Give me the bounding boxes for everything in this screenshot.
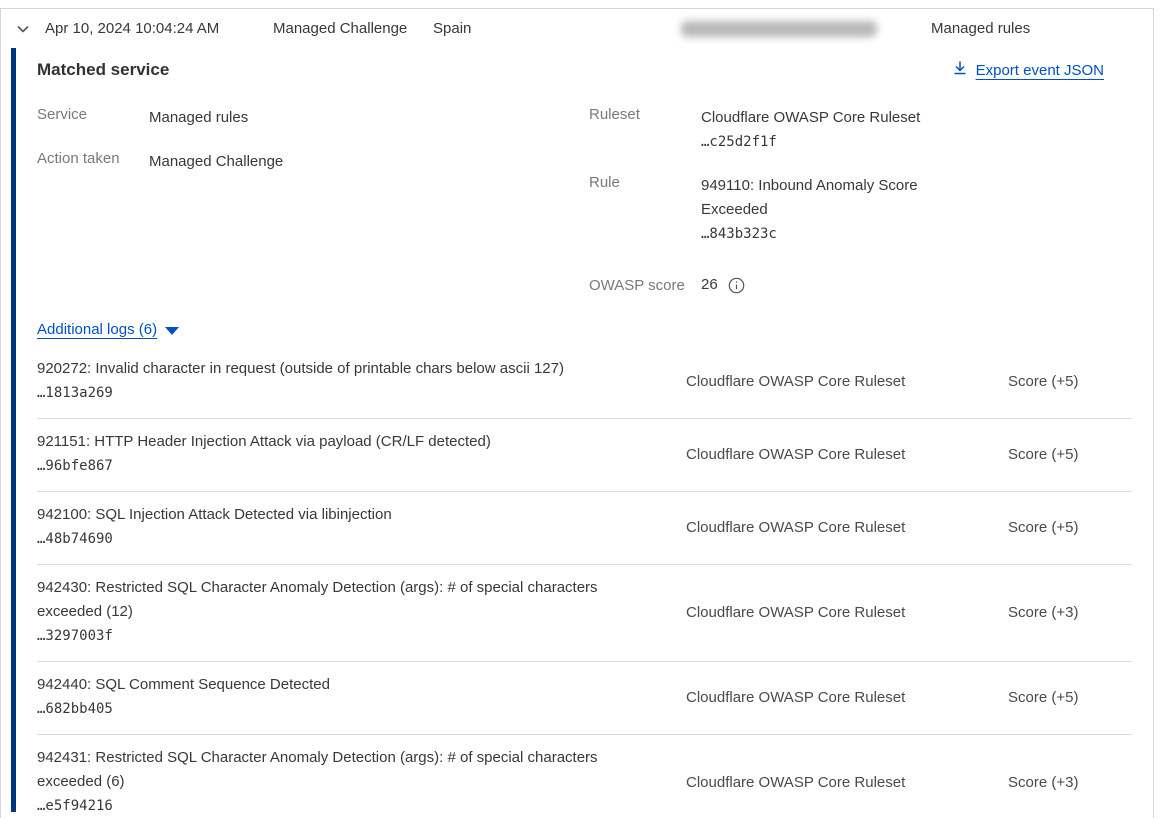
service-label: Service <box>37 106 149 130</box>
rule-label: Rule <box>589 174 701 246</box>
log-row: 942430: Restricted SQL Character Anomaly… <box>37 565 1132 662</box>
log-ruleset: Cloudflare OWASP Core Ruleset <box>686 689 1008 706</box>
export-event-json-link[interactable]: Export event JSON <box>952 60 1104 80</box>
owasp-score-label: OWASP score <box>589 277 701 294</box>
log-score: Score (+5) <box>1008 373 1132 390</box>
log-description: 942430: Restricted SQL Character Anomaly… <box>37 576 658 624</box>
log-description: 942100: SQL Injection Attack Detected vi… <box>37 503 658 527</box>
owasp-score-value: 26 <box>701 273 718 297</box>
ruleset-hash: …c25d2f1f <box>701 130 920 154</box>
log-description: 921151: HTTP Header Injection Attack via… <box>37 430 658 454</box>
log-row: 921151: HTTP Header Injection Attack via… <box>37 419 1132 492</box>
event-action: Managed Challenge <box>273 20 433 37</box>
log-score: Score (+5) <box>1008 689 1132 706</box>
log-score: Score (+3) <box>1008 774 1132 791</box>
ruleset-value: Cloudflare OWASP Core Ruleset …c25d2f1f <box>701 106 920 154</box>
log-description: 942440: SQL Comment Sequence Detected <box>37 673 658 697</box>
redacted-blur <box>681 21 877 37</box>
rule-hash: …843b323c <box>701 222 951 246</box>
log-ruleset: Cloudflare OWASP Core Ruleset <box>686 604 1008 621</box>
log-hash: …96bfe867 <box>37 454 658 478</box>
log-description: 920272: Invalid character in request (ou… <box>37 357 658 381</box>
download-icon <box>952 60 968 80</box>
chevron-down-icon[interactable] <box>15 21 45 37</box>
event-timestamp: Apr 10, 2024 10:04:24 AM <box>45 20 273 37</box>
log-hash: …e5f94216 <box>37 794 658 818</box>
info-icon[interactable] <box>728 277 745 294</box>
log-ruleset: Cloudflare OWASP Core Ruleset <box>686 446 1008 463</box>
log-row: 942440: SQL Comment Sequence Detected …6… <box>37 662 1132 735</box>
caret-down-icon <box>165 327 179 335</box>
log-row: 942431: Restricted SQL Character Anomaly… <box>37 735 1132 818</box>
panel-title: Matched service <box>37 60 169 80</box>
log-ruleset: Cloudflare OWASP Core Ruleset <box>686 519 1008 536</box>
rule-value: 949110: Inbound Anomaly Score Exceeded …… <box>701 174 951 246</box>
additional-logs-label: Additional logs (6) <box>37 321 157 338</box>
action-taken-label: Action taken <box>37 150 149 174</box>
log-hash: …1813a269 <box>37 381 658 405</box>
log-score: Score (+5) <box>1008 446 1132 463</box>
log-row: 920272: Invalid character in request (ou… <box>37 346 1132 419</box>
event-detail-panel: Matched service Export event JSON <box>1 48 1153 812</box>
log-ruleset: Cloudflare OWASP Core Ruleset <box>686 774 1008 791</box>
event-service: Managed rules <box>931 20 1153 37</box>
ruleset-name: Cloudflare OWASP Core Ruleset <box>701 106 920 130</box>
service-value: Managed rules <box>149 106 248 130</box>
log-ruleset: Cloudflare OWASP Core Ruleset <box>686 373 1008 390</box>
log-score: Score (+5) <box>1008 519 1132 536</box>
log-hash: …682bb405 <box>37 697 658 721</box>
log-row: 942100: SQL Injection Attack Detected vi… <box>37 492 1132 565</box>
ruleset-label: Ruleset <box>589 106 701 154</box>
event-redacted-value <box>681 21 931 37</box>
additional-logs-list: 920272: Invalid character in request (ou… <box>37 346 1132 818</box>
log-hash: …3297003f <box>37 624 658 648</box>
rule-name: 949110: Inbound Anomaly Score Exceeded <box>701 174 951 222</box>
log-description: 942431: Restricted SQL Character Anomaly… <box>37 746 658 794</box>
export-link-label: Export event JSON <box>976 62 1104 79</box>
action-taken-value: Managed Challenge <box>149 150 283 174</box>
log-hash: …48b74690 <box>37 527 658 551</box>
event-row[interactable]: Apr 10, 2024 10:04:24 AM Managed Challen… <box>1 9 1153 48</box>
log-score: Score (+3) <box>1008 604 1132 621</box>
additional-logs-toggle[interactable]: Additional logs (6) <box>37 321 179 338</box>
firewall-events-table: Apr 10, 2024 10:04:24 AM Managed Challen… <box>0 8 1154 818</box>
event-country: Spain <box>433 20 681 37</box>
